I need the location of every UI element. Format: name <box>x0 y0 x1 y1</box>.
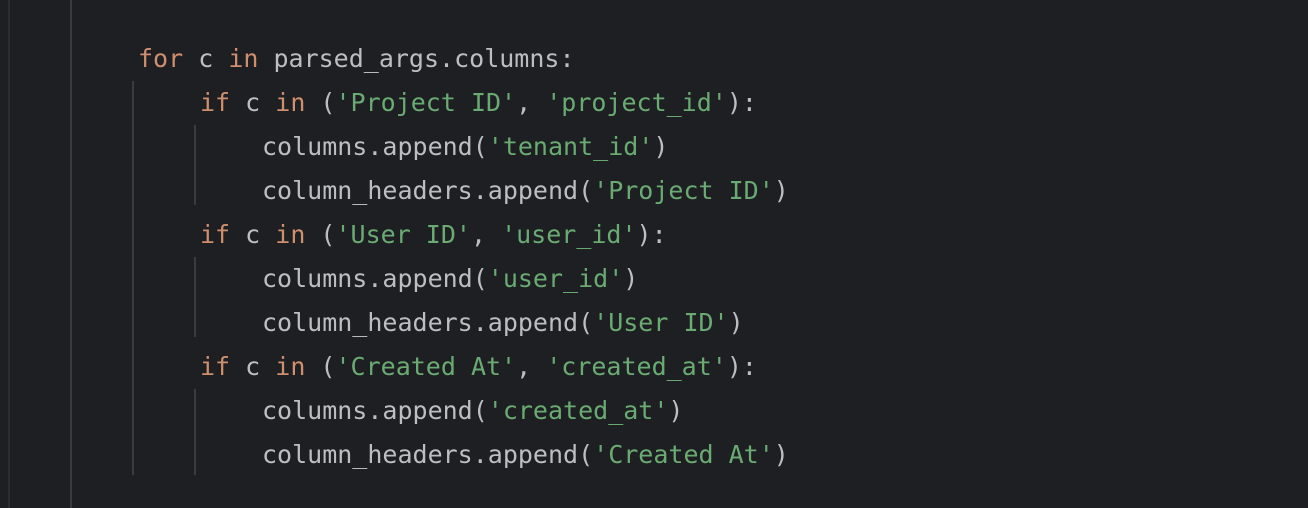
code-token: c <box>230 88 276 117</box>
code-line: column_headers.append('Project ID') <box>262 169 789 213</box>
keyword-token: in <box>275 88 306 117</box>
code-line: column_headers.append('Created At') <box>262 433 789 477</box>
code-token: ) <box>773 440 789 469</box>
code-line: columns.append('created_at') <box>262 389 683 433</box>
code-line: if c in ('Project ID', 'project_id'): <box>200 81 757 125</box>
keyword-token: in <box>228 44 259 73</box>
code-token: columns.append( <box>262 264 488 293</box>
code-token: ) <box>653 132 669 161</box>
string-token: 'user_id' <box>487 264 624 293</box>
code-token: ) <box>728 308 744 337</box>
string-token: 'tenant_id' <box>487 132 654 161</box>
code-token: ( <box>305 220 336 249</box>
indent-guide <box>70 0 72 508</box>
string-token: 'Created At' <box>335 352 517 381</box>
string-token: 'Project ID' <box>593 176 774 205</box>
code-token: , <box>516 88 547 117</box>
code-line: column_headers.append('User ID') <box>262 301 744 345</box>
string-token: 'created_at' <box>546 352 727 381</box>
code-token: c <box>230 220 276 249</box>
code-token: parsed_args.columns: <box>258 44 575 73</box>
string-token: 'project_id' <box>546 88 727 117</box>
indent-guide <box>132 81 134 475</box>
code-token: column_headers.append( <box>262 440 594 469</box>
string-token: 'Created At' <box>593 440 774 469</box>
code-token: , <box>516 352 547 381</box>
keyword-token: if <box>200 220 231 249</box>
code-token: c <box>183 44 229 73</box>
string-token: 'Project ID' <box>335 88 517 117</box>
code-token: , <box>470 220 502 249</box>
code-line: if c in ('Created At', 'created_at'): <box>200 345 757 389</box>
code-token: ( <box>305 88 336 117</box>
code-token: columns.append( <box>262 396 488 425</box>
code-token: ( <box>305 352 336 381</box>
string-token: 'created_at' <box>487 396 669 425</box>
indent-guide <box>194 257 196 337</box>
code-token: ) <box>623 264 639 293</box>
code-line: if c in ('User ID', 'user_id'): <box>200 213 667 257</box>
code-token: ): <box>726 88 757 117</box>
code-token: column_headers.append( <box>262 308 594 337</box>
code-line: columns.append('user_id') <box>262 257 638 301</box>
code-line: for c in parsed_args.columns: <box>138 37 575 81</box>
code-token: columns.append( <box>262 132 488 161</box>
gutter-edge <box>8 0 10 508</box>
keyword-token: in <box>275 352 306 381</box>
keyword-token: in <box>275 220 306 249</box>
keyword-token: if <box>200 352 231 381</box>
keyword-token: if <box>200 88 231 117</box>
string-token: 'user_id' <box>501 220 637 249</box>
code-token: ) <box>773 176 789 205</box>
keyword-token: for <box>138 44 184 73</box>
code-token: ): <box>726 352 757 381</box>
code-editor[interactable]: for c in parsed_args.columns: if c in ('… <box>0 0 1308 508</box>
indent-guide <box>194 389 196 475</box>
code-line: columns.append('tenant_id') <box>262 125 668 169</box>
code-token: column_headers.append( <box>262 176 594 205</box>
code-token: ): <box>636 220 667 249</box>
indent-guide <box>194 125 196 205</box>
string-token: 'User ID' <box>335 220 471 249</box>
string-token: 'User ID' <box>593 308 729 337</box>
code-token: ) <box>668 396 684 425</box>
code-token: c <box>230 352 276 381</box>
